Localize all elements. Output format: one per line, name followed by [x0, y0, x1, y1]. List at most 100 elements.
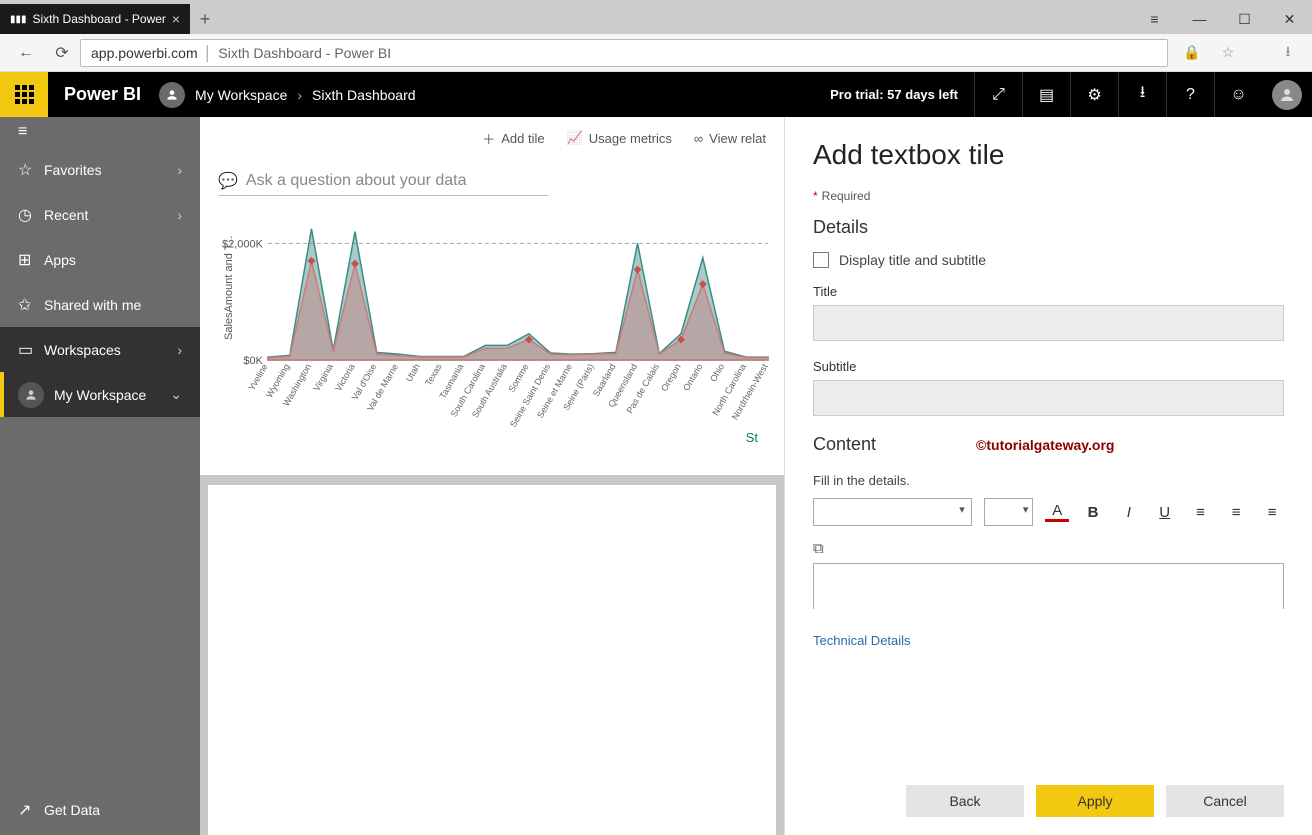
area-chart: SalesAmount and T...$2,000K$0KYvelineWyo…: [218, 210, 778, 430]
view-related-button[interactable]: ∞ View relat: [694, 131, 766, 146]
back-button[interactable]: Back: [906, 785, 1024, 817]
title-label: Title: [813, 284, 1284, 299]
breadcrumb: My Workspace › Sixth Dashboard: [159, 82, 416, 108]
text-format-toolbar: A B I U ≡ ≡ ≡: [813, 498, 1284, 526]
workspace-avatar-icon: [159, 82, 185, 108]
blank-tile: [208, 485, 776, 835]
download-icon[interactable]: ⭳: [1118, 72, 1166, 117]
chevron-down-icon: ⌄: [170, 386, 182, 403]
apply-button[interactable]: Apply: [1036, 785, 1154, 817]
url-input[interactable]: app.powerbi.com │ Sixth Dashboard - Powe…: [80, 39, 1168, 67]
chevron-right-icon: ›: [177, 207, 182, 223]
help-icon[interactable]: ?: [1166, 72, 1214, 117]
align-left-button[interactable]: ≡: [1189, 500, 1213, 524]
dashboard-toolbar: ＋ Add tile 📈 Usage metrics ∞ View relat: [200, 117, 784, 159]
nav-my-workspace[interactable]: My Workspace ⌄: [0, 372, 200, 417]
minimize-icon[interactable]: —: [1177, 4, 1222, 34]
content-editor[interactable]: [813, 563, 1284, 609]
chevron-right-icon: ›: [177, 162, 182, 178]
apps-icon: ⊞: [18, 250, 44, 270]
insert-link-button[interactable]: ⧉: [813, 540, 1284, 557]
usage-metrics-button[interactable]: 📈 Usage metrics: [567, 130, 672, 146]
chat-icon: 💬: [218, 171, 238, 191]
trial-status: Pro trial: 57 days left: [814, 87, 974, 102]
security-lock-icon[interactable]: 🔒: [1176, 39, 1208, 67]
display-title-checkbox-row[interactable]: Display title and subtitle: [813, 252, 1284, 268]
refresh-button[interactable]: ⟳: [44, 38, 80, 68]
align-right-button[interactable]: ≡: [1260, 500, 1284, 524]
breadcrumb-page[interactable]: Sixth Dashboard: [312, 87, 416, 103]
brand-label: Power BI: [64, 84, 141, 105]
app-launcher-icon[interactable]: [0, 72, 48, 117]
dashboard-canvas: ＋ Add tile 📈 Usage metrics ∞ View relat …: [200, 117, 784, 835]
add-textbox-panel: Add textbox tile *Required Details Displ…: [784, 117, 1312, 835]
feedback-smile-icon[interactable]: ☺: [1214, 72, 1262, 117]
add-tile-button[interactable]: ＋ Add tile: [482, 129, 544, 148]
nav-hamburger-icon[interactable]: ≡: [0, 117, 200, 147]
url-domain: app.powerbi.com: [91, 45, 198, 61]
content-heading: Content: [813, 434, 876, 455]
technical-details-link[interactable]: Technical Details: [813, 633, 1284, 648]
bold-button[interactable]: B: [1081, 500, 1105, 524]
new-tab-button[interactable]: +: [190, 4, 220, 34]
svg-text:Virginia: Virginia: [311, 362, 335, 393]
fullscreen-icon[interactable]: ⤢: [974, 72, 1022, 117]
workspace-avatar-icon: [18, 382, 44, 408]
browser-tab[interactable]: ▮▮▮ Sixth Dashboard - Power ×: [0, 4, 190, 34]
close-tab-icon[interactable]: ×: [172, 11, 180, 27]
svg-text:Texas: Texas: [423, 362, 444, 388]
chart-footer-link[interactable]: St: [218, 430, 766, 445]
settings-gear-icon[interactable]: ⚙: [1070, 72, 1118, 117]
font-size-select[interactable]: [984, 498, 1034, 526]
svg-text:SalesAmount and T...: SalesAmount and T...: [223, 236, 235, 340]
download-icon[interactable]: ⭳: [1272, 39, 1304, 67]
nav-favorites[interactable]: ☆ Favorites ›: [0, 147, 200, 192]
maximize-icon[interactable]: ☐: [1222, 4, 1267, 34]
align-center-button[interactable]: ≡: [1224, 500, 1248, 524]
close-window-icon[interactable]: ✕: [1267, 4, 1312, 34]
tab-favicon: ▮▮▮: [10, 14, 27, 25]
svg-text:$2,000K: $2,000K: [222, 238, 264, 250]
get-data-icon: ↗: [18, 800, 44, 820]
svg-text:Utah: Utah: [404, 362, 422, 383]
tab-title: Sixth Dashboard - Power: [33, 12, 166, 26]
italic-button[interactable]: I: [1117, 500, 1141, 524]
checkbox[interactable]: [813, 252, 829, 268]
star-icon: ☆: [18, 160, 44, 180]
watermark: ©tutorialgateway.org: [976, 437, 1114, 453]
url-page-title: Sixth Dashboard - Power BI: [218, 45, 391, 61]
window-controls: ≡ — ☐ ✕: [1132, 4, 1312, 34]
nav-shared[interactable]: ✩ Shared with me: [0, 282, 200, 327]
left-nav: ≡ ☆ Favorites › ◷ Recent › ⊞ Apps ✩ Shar…: [0, 117, 200, 835]
browser-menu-icon[interactable]: ≡: [1132, 4, 1177, 34]
breadcrumb-workspace[interactable]: My Workspace: [195, 87, 287, 103]
title-input[interactable]: [813, 305, 1284, 341]
user-avatar[interactable]: [1272, 80, 1302, 110]
svg-text:Oregon: Oregon: [659, 362, 683, 393]
shared-icon: ✩: [18, 295, 44, 315]
address-bar: ← ⟳ app.powerbi.com │ Sixth Dashboard - …: [0, 34, 1312, 72]
font-family-select[interactable]: [813, 498, 972, 526]
link-icon: ∞: [694, 131, 703, 146]
chevron-right-icon: ›: [297, 87, 302, 103]
favorite-star-icon[interactable]: ☆: [1212, 39, 1244, 67]
nav-recent[interactable]: ◷ Recent ›: [0, 192, 200, 237]
comments-icon[interactable]: ▤: [1022, 72, 1070, 117]
qa-input[interactable]: 💬 Ask a question about your data: [218, 167, 548, 196]
underline-button[interactable]: U: [1153, 500, 1177, 524]
svg-text:Victoria: Victoria: [333, 362, 357, 393]
powerbi-header: Power BI My Workspace › Sixth Dashboard …: [0, 72, 1312, 117]
font-color-button[interactable]: A: [1045, 502, 1069, 522]
details-heading: Details: [813, 217, 1284, 238]
subtitle-label: Subtitle: [813, 359, 1284, 374]
svg-text:Ontario: Ontario: [681, 362, 704, 393]
nav-workspaces[interactable]: ▭ Workspaces ›: [0, 327, 200, 372]
nav-get-data[interactable]: ↗ Get Data: [0, 785, 200, 835]
cancel-button[interactable]: Cancel: [1166, 785, 1284, 817]
subtitle-input[interactable]: [813, 380, 1284, 416]
back-button[interactable]: ←: [8, 38, 44, 68]
nav-apps[interactable]: ⊞ Apps: [0, 237, 200, 282]
chart-icon: 📈: [567, 130, 583, 146]
chart-tile[interactable]: SalesAmount and T...$2,000K$0KYvelineWyo…: [200, 206, 784, 475]
fill-details-label: Fill in the details.: [813, 473, 1284, 488]
